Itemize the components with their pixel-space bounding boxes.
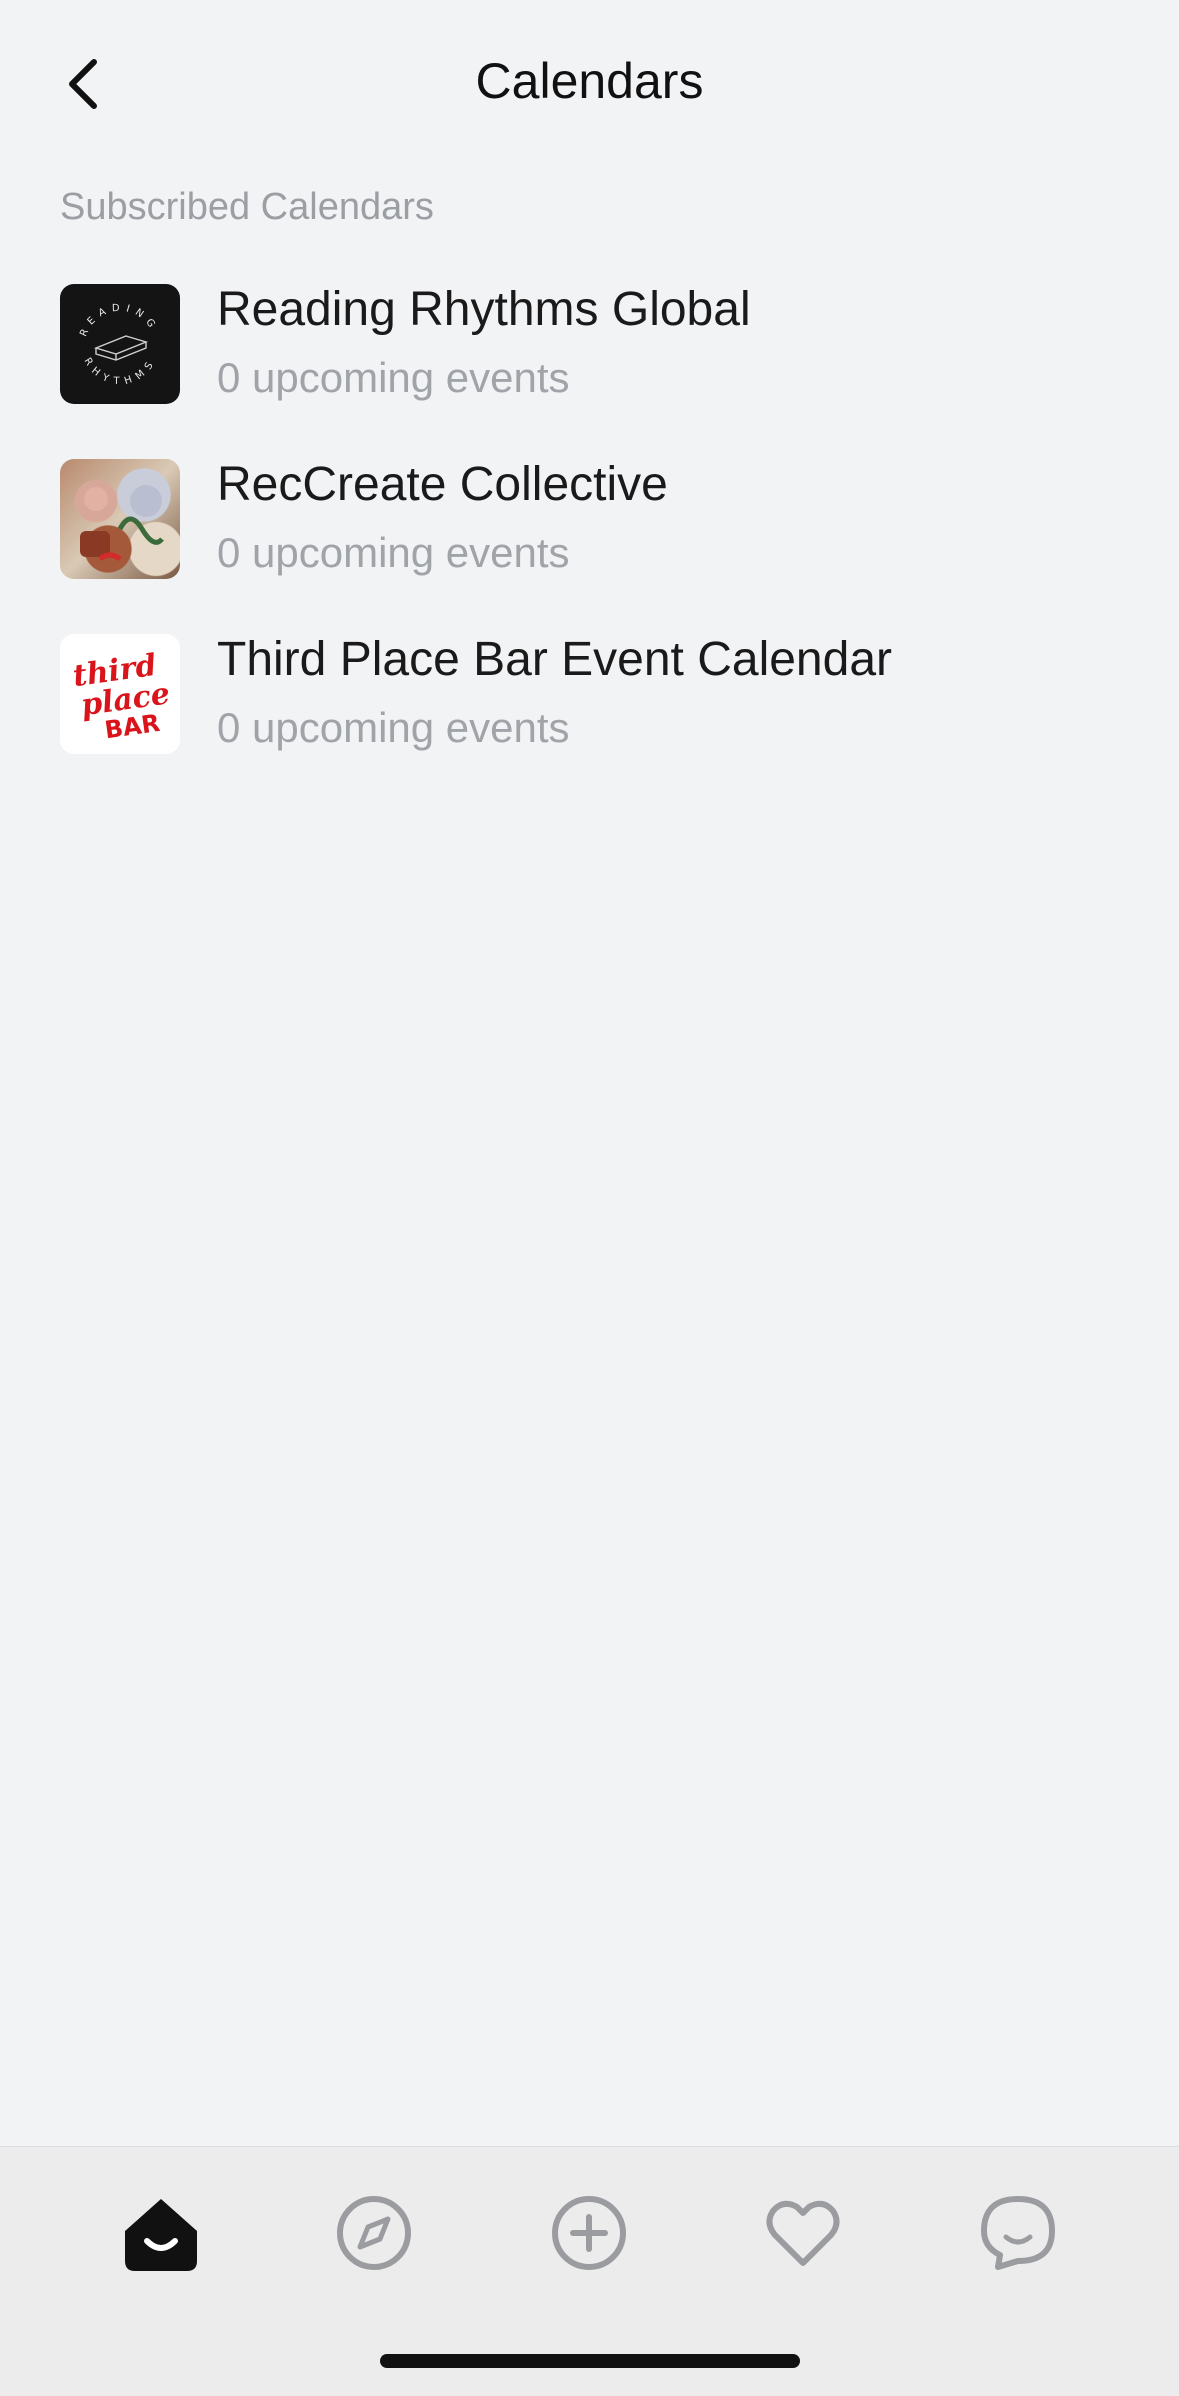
chat-bubble-icon: [981, 2196, 1055, 2270]
calendar-list: READING RHYTHMS Reading Rhythms Global 0…: [0, 270, 1179, 795]
svg-text:RHYTHMS: RHYTHMS: [82, 356, 159, 387]
calendar-item-third-place-bar[interactable]: third place BAR Third Place Bar Event Ca…: [0, 620, 1179, 795]
calendars-screen: Calendars Subscribed Calendars READING R…: [0, 0, 1179, 2396]
logo-text-bottom: RHYTHMS: [82, 356, 153, 387]
navigation-header: Calendars: [0, 0, 1179, 170]
tab-messages[interactable]: [968, 2183, 1068, 2283]
calendar-title: Third Place Bar Event Calendar: [217, 633, 892, 686]
tab-create[interactable]: [539, 2183, 639, 2283]
tab-explore[interactable]: [324, 2183, 424, 2283]
calendar-event-count: 0 upcoming events: [217, 354, 570, 401]
calendar-event-count: 0 upcoming events: [217, 704, 570, 751]
page-title: Calendars: [475, 53, 704, 109]
svg-text:READING: READING: [78, 303, 160, 339]
calendar-event-count: 0 upcoming events: [217, 529, 570, 576]
compass-icon: [337, 2196, 411, 2270]
plus-circle-icon: [552, 2196, 626, 2270]
calendar-item-reading-rhythms[interactable]: READING RHYTHMS Reading Rhythms Global 0…: [0, 270, 1179, 445]
tab-home[interactable]: [111, 2183, 211, 2283]
home-indicator: [380, 2354, 800, 2368]
heart-icon: [766, 2200, 840, 2266]
home-icon: [125, 2199, 197, 2271]
collage-image: [60, 459, 180, 579]
section-label-subscribed: Subscribed Calendars: [60, 186, 434, 228]
reading-rhythms-logo: READING RHYTHMS: [60, 284, 180, 404]
tab-favorites[interactable]: [753, 2183, 853, 2283]
calendar-title: RecCreate Collective: [217, 458, 668, 511]
third-place-bar-logo: third place BAR: [60, 634, 180, 754]
calendar-title: Reading Rhythms Global: [217, 283, 751, 336]
logo-text-top: READING: [78, 303, 154, 339]
calendar-item-reccreate[interactable]: RecCreate Collective 0 upcoming events: [0, 445, 1179, 620]
